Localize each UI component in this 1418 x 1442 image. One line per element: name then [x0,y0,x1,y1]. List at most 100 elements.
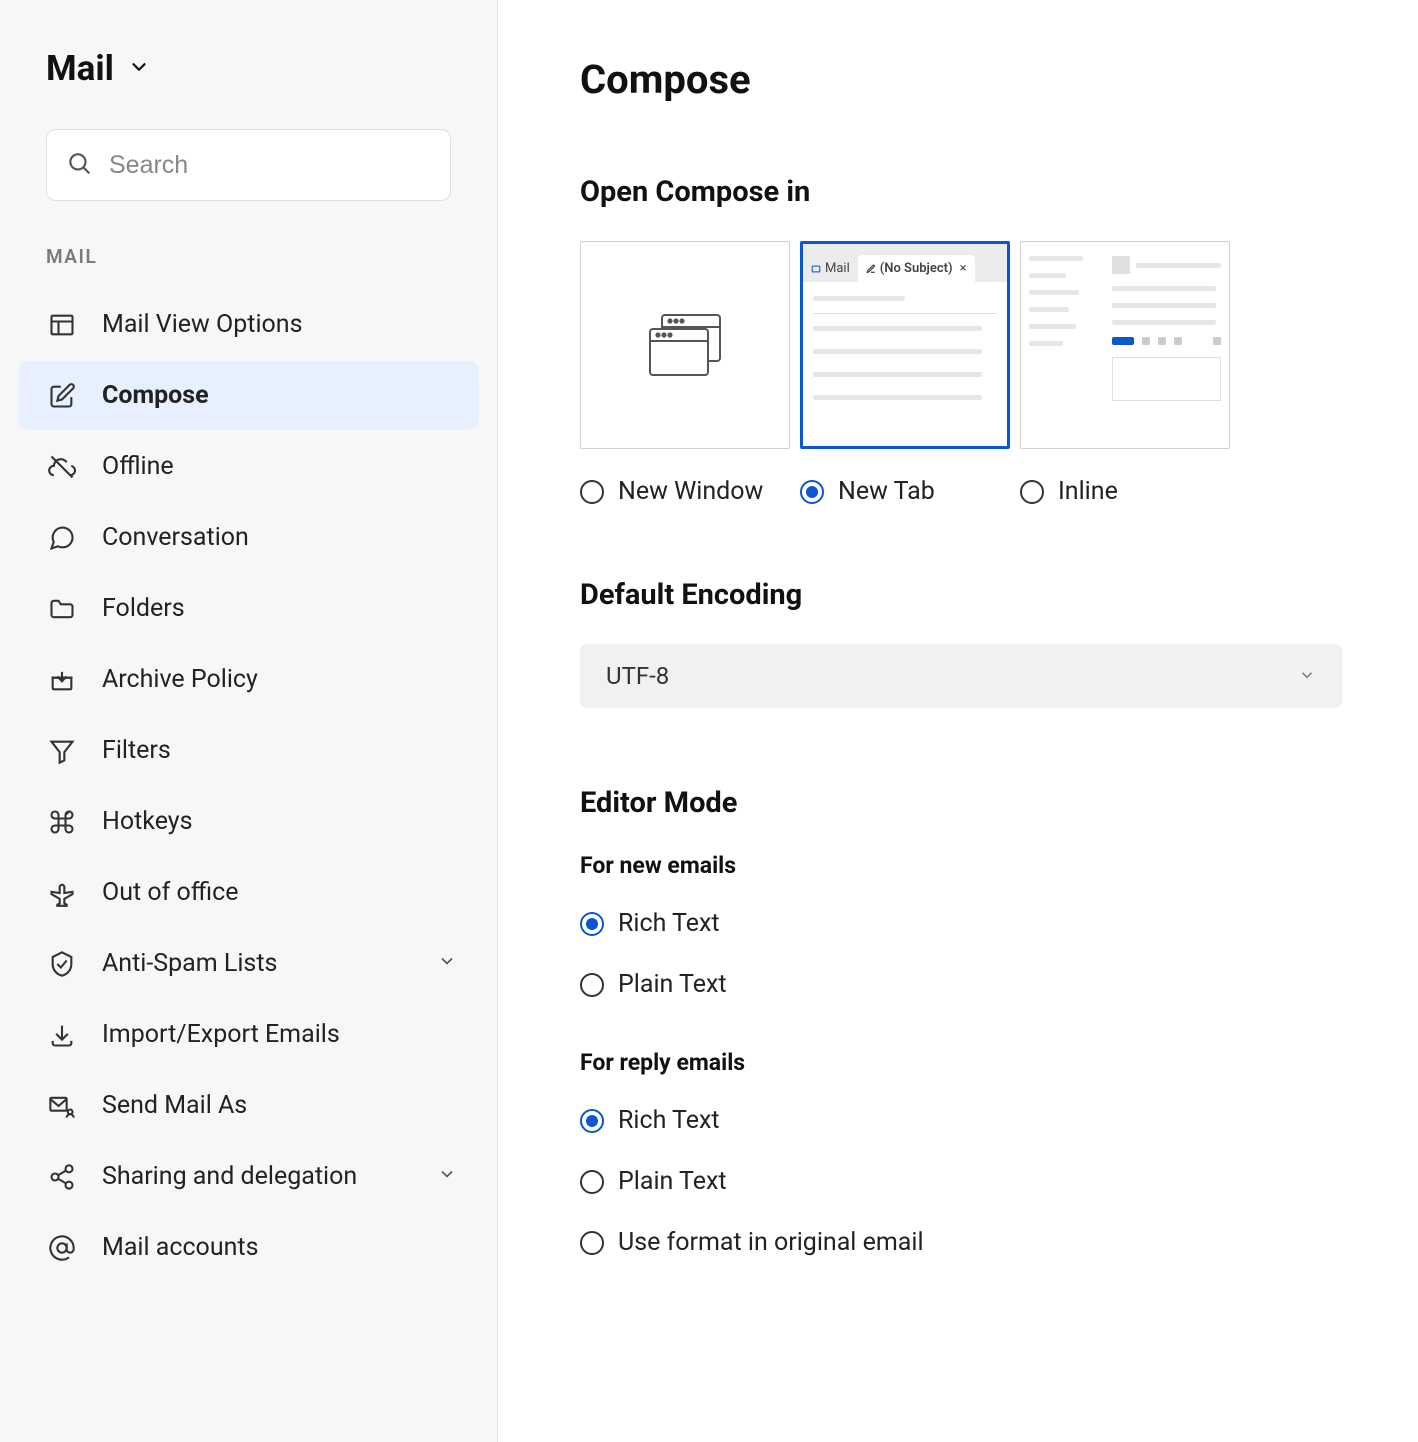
sidebar-item-hotkeys[interactable]: Hotkeys [18,787,479,856]
new-window-thumbnail [581,242,789,448]
sub-heading: For reply emails [580,1049,1362,1076]
radio-option-new-plain[interactable]: Plain Text [580,970,1362,999]
radio-option-new-tab[interactable]: New Tab [800,477,1010,506]
encoding-select[interactable]: UTF-8 [580,644,1342,708]
sidebar: Mail MAIL Mail View Options Compose [0,0,498,1442]
sidebar-item-conversation[interactable]: Conversation [18,503,479,572]
sidebar-item-folders[interactable]: Folders [18,574,479,643]
sidebar-item-label: Filters [102,736,171,765]
sidebar-item-label: Hotkeys [102,807,193,836]
page-title: Compose [580,56,1362,103]
section-title: Default Encoding [580,578,1362,612]
layout-icon [46,311,78,339]
compose-radio-row: New Window New Tab Inline [580,477,1362,506]
chevron-down-icon [437,949,457,978]
sidebar-item-sharing[interactable]: Sharing and delegation [18,1142,479,1211]
sidebar-item-label: Mail View Options [102,310,303,339]
sidebar-item-import-export[interactable]: Import/Export Emails [18,1000,479,1069]
sidebar-item-filters[interactable]: Filters [18,716,479,785]
main-content: Compose Open Compose in [498,0,1418,1442]
radio-icon [800,480,824,504]
shield-icon [46,950,78,978]
sidebar-item-send-mail-as[interactable]: Send Mail As [18,1071,479,1140]
sidebar-item-label: Mail accounts [102,1233,258,1262]
search-input[interactable] [46,129,451,201]
chat-icon [46,524,78,552]
section-title: Open Compose in [580,175,1362,209]
option-card-inline[interactable] [1020,241,1230,449]
import-icon [46,1021,78,1049]
section-open-compose: Open Compose in [580,175,1362,506]
radio-icon [580,912,604,936]
archive-icon [46,666,78,694]
chevron-down-icon [437,1162,457,1191]
sidebar-item-label: Import/Export Emails [102,1020,340,1049]
sidebar-item-label: Anti-Spam Lists [102,949,277,978]
radio-option-new-window[interactable]: New Window [580,477,790,506]
radio-icon [580,973,604,997]
radio-label: Use format in original email [618,1228,924,1257]
chevron-down-icon [1298,662,1316,690]
option-card-new-window[interactable] [580,241,790,449]
radio-label: New Tab [838,477,935,506]
filter-icon [46,737,78,765]
at-sign-icon [46,1234,78,1262]
radio-label: Plain Text [618,970,727,999]
radio-option-inline[interactable]: Inline [1020,477,1230,506]
radio-option-reply-plain[interactable]: Plain Text [580,1167,1362,1196]
radio-label: New Window [618,477,763,506]
radio-icon [580,1170,604,1194]
radio-option-reply-original[interactable]: Use format in original email [580,1228,1362,1257]
editor-mode-reply-emails: For reply emails Rich Text Plain Text Us… [580,1049,1362,1257]
radio-icon [580,1109,604,1133]
chevron-down-icon [128,56,150,82]
thumb-tab-mail: Mail [825,261,850,276]
compose-icon [46,382,78,410]
section-editor-mode: Editor Mode For new emails Rich Text Pla… [580,786,1362,1257]
radio-option-reply-rich[interactable]: Rich Text [580,1106,1362,1135]
sidebar-item-label: Offline [102,452,174,481]
compose-option-cards: Mail (No Subject) × [580,241,1362,449]
sidebar-header[interactable]: Mail [46,48,471,89]
sidebar-item-label: Folders [102,594,185,623]
section-default-encoding: Default Encoding UTF-8 [580,578,1362,708]
option-card-new-tab[interactable]: Mail (No Subject) × [800,241,1010,449]
radio-option-new-rich[interactable]: Rich Text [580,909,1362,938]
editor-mode-new-emails: For new emails Rich Text Plain Text [580,852,1362,999]
new-tab-thumbnail: Mail (No Subject) × [803,244,1007,446]
folder-icon [46,595,78,623]
airplane-icon [46,879,78,907]
sidebar-section-label: MAIL [46,245,471,268]
radio-label: Inline [1058,477,1118,506]
sidebar-item-mail-accounts[interactable]: Mail accounts [18,1213,479,1282]
sidebar-item-offline[interactable]: Offline [18,432,479,501]
encoding-value: UTF-8 [606,662,669,690]
sidebar-item-out-of-office[interactable]: Out of office [18,858,479,927]
sidebar-item-label: Send Mail As [102,1091,247,1120]
sidebar-nav: Mail View Options Compose Offline Conver… [18,290,479,1282]
radio-icon [1020,480,1044,504]
sidebar-item-label: Archive Policy [102,665,258,694]
share-icon [46,1163,78,1191]
inline-thumbnail [1021,242,1229,448]
radio-icon [580,1231,604,1255]
sub-heading: For new emails [580,852,1362,879]
command-icon [46,808,78,836]
sidebar-item-archive-policy[interactable]: Archive Policy [18,645,479,714]
sidebar-item-label: Out of office [102,878,238,907]
sidebar-title: Mail [46,48,114,89]
radio-label: Rich Text [618,909,720,938]
search-icon [66,150,92,180]
sidebar-item-mail-view-options[interactable]: Mail View Options [18,290,479,359]
radio-label: Plain Text [618,1167,727,1196]
sidebar-item-anti-spam[interactable]: Anti-Spam Lists [18,929,479,998]
sidebar-item-compose[interactable]: Compose [18,361,479,430]
mail-user-icon [46,1092,78,1120]
sidebar-item-label: Conversation [102,523,249,552]
search-container [46,129,471,201]
radio-icon [580,480,604,504]
radio-label: Rich Text [618,1106,720,1135]
sidebar-item-label: Compose [102,381,209,410]
section-title: Editor Mode [580,786,1362,820]
cloud-off-icon [46,453,78,481]
